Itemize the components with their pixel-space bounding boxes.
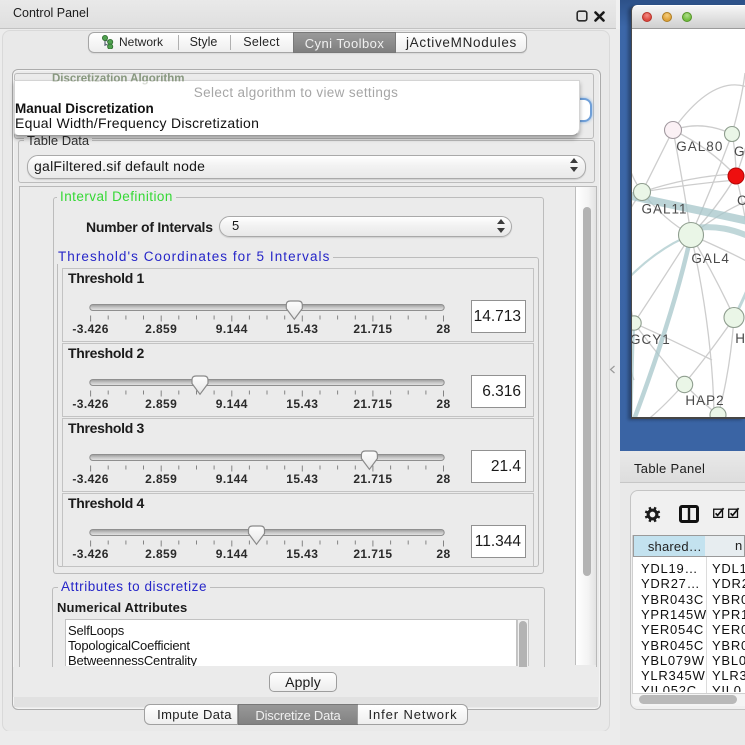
svg-text:GAL11: GAL11 bbox=[642, 202, 688, 217]
svg-text:GAL4: GAL4 bbox=[691, 251, 730, 266]
svg-text:G: G bbox=[734, 144, 745, 159]
svg-text:GAL80: GAL80 bbox=[676, 139, 723, 154]
svg-text:HAP2: HAP2 bbox=[685, 393, 724, 408]
svg-text:H: H bbox=[735, 331, 745, 346]
svg-text:GCY1: GCY1 bbox=[632, 332, 671, 347]
svg-text:C: C bbox=[737, 193, 745, 208]
